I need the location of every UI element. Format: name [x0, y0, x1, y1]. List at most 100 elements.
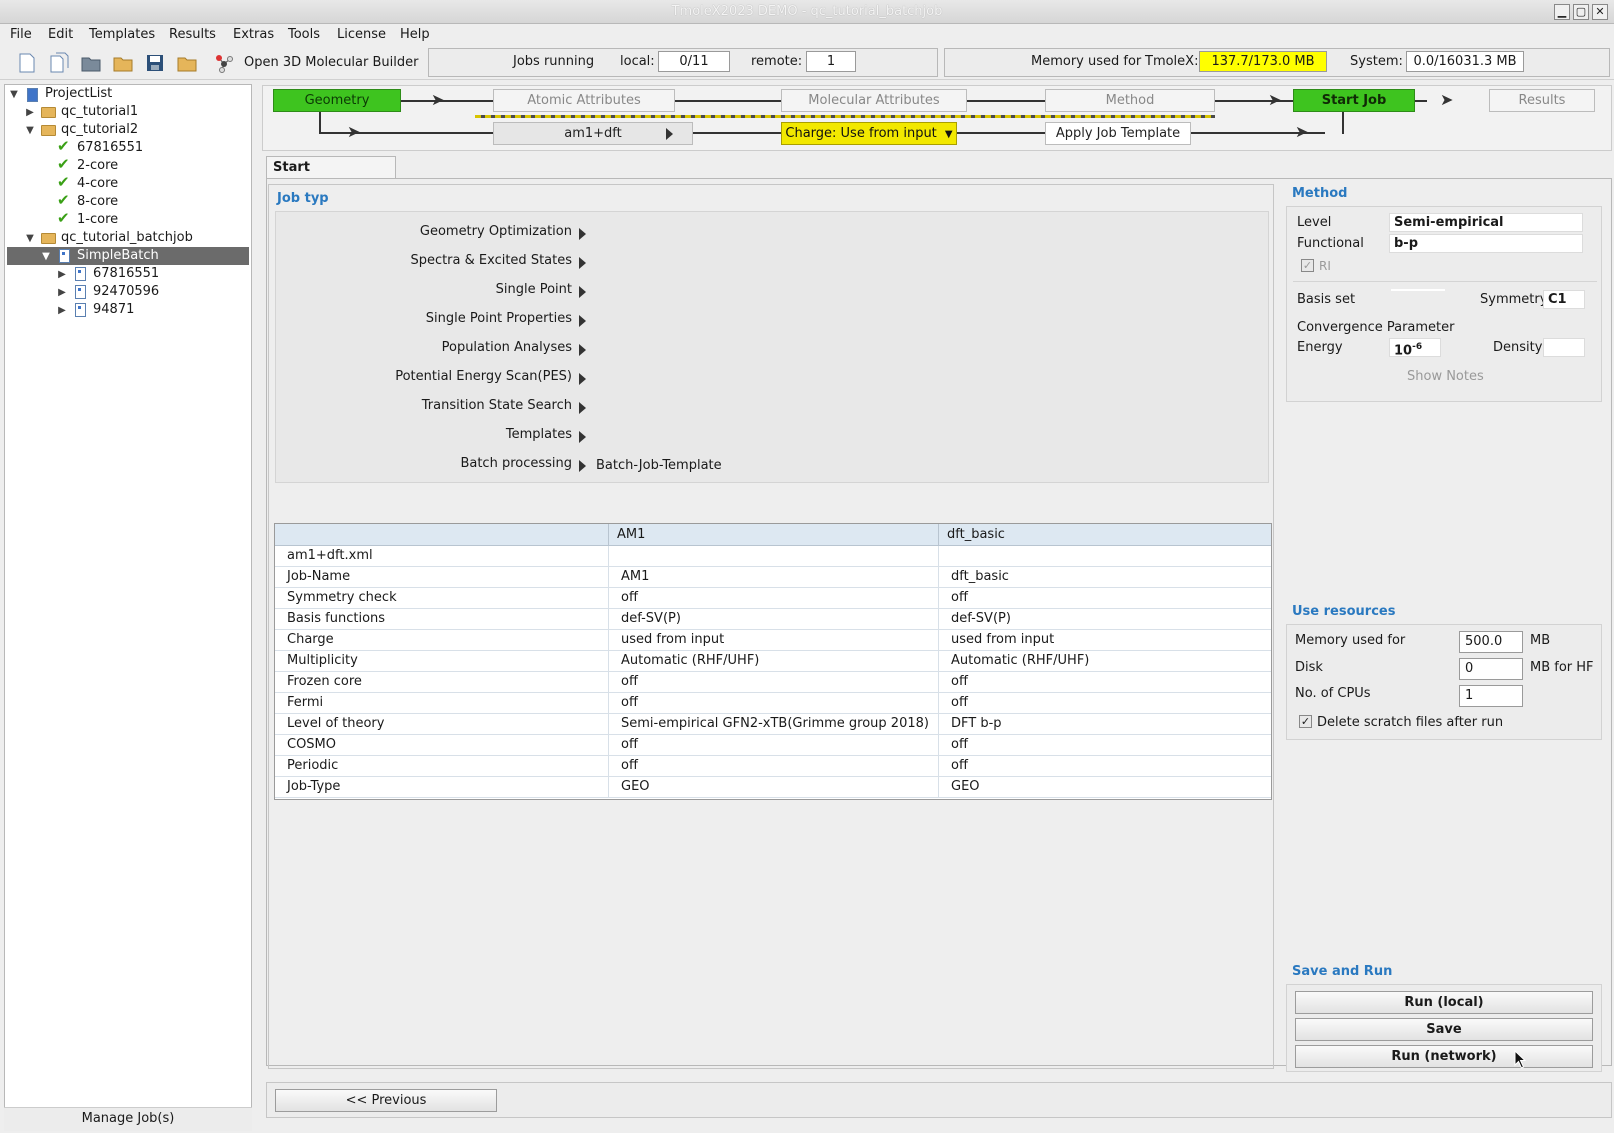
new-file-icon[interactable] — [16, 52, 38, 74]
job-type-transition-state[interactable]: Transition State Search — [276, 398, 572, 418]
molecular-builder-button[interactable]: Open 3D Molecular Builder — [244, 54, 418, 72]
close-button[interactable]: ✕ — [1592, 4, 1608, 20]
tree-item-job[interactable]: 67816551 — [77, 139, 143, 157]
table-row[interactable]: Periodic off off — [275, 756, 1271, 777]
remote-jobs-field: 1 — [806, 51, 856, 72]
expand-arrow-icon[interactable]: ▼ — [25, 233, 35, 244]
delete-scratch-checkbox[interactable]: ✓ — [1299, 715, 1312, 728]
tree-item-batch-job[interactable]: 92470596 — [93, 283, 159, 301]
menu-tools[interactable]: Tools — [288, 24, 320, 46]
menu-results[interactable]: Results — [169, 24, 216, 46]
delete-scratch-label: Delete scratch files after run — [1317, 715, 1504, 730]
job-type-spectra[interactable]: Spectra & Excited States — [276, 253, 572, 273]
tree-item-job[interactable]: 1-core — [77, 211, 118, 229]
ri-checkbox[interactable]: ✓ — [1301, 259, 1314, 272]
job-type-single-point[interactable]: Single Point — [276, 282, 572, 302]
table-cell: Frozen core — [275, 672, 609, 693]
previous-button[interactable]: << Previous — [275, 1089, 497, 1112]
minimize-button[interactable]: ▁ — [1554, 4, 1570, 20]
triangle-right-icon[interactable] — [579, 228, 586, 240]
run-local-button[interactable]: Run (local) — [1295, 991, 1593, 1014]
cpus-input[interactable]: 1 — [1459, 685, 1523, 707]
table-row[interactable]: Level of theory Semi-empirical GFN2-xTB(G… — [275, 714, 1271, 735]
apply-job-template-button[interactable]: Apply Job Template — [1045, 122, 1191, 145]
tree-item-qc-tutorial2[interactable]: qc_tutorial2 — [61, 121, 138, 139]
manage-jobs-button[interactable]: Manage Job(s) — [4, 1107, 252, 1131]
tree-item-job[interactable]: 4-core — [77, 175, 118, 193]
table-row[interactable]: Frozen core off off — [275, 672, 1271, 693]
collapse-arrow-icon[interactable]: ▶ — [57, 305, 67, 316]
disk-input[interactable]: 0 — [1459, 658, 1523, 680]
tree-item-job[interactable]: 2-core — [77, 157, 118, 175]
table-cell: Semi-empirical GFN2-xTB(Grimme group 201… — [609, 714, 939, 735]
save-button[interactable]: Save — [1295, 1018, 1593, 1041]
table-row[interactable]: Multiplicity Automatic (RHF/UHF) Automatic… — [275, 651, 1271, 672]
collapse-arrow-icon[interactable]: ▶ — [57, 269, 67, 280]
triangle-right-icon[interactable] — [579, 286, 586, 298]
tree-root[interactable]: ProjectList — [45, 85, 112, 103]
table-row[interactable]: Charge used from input used from input — [275, 630, 1271, 651]
table-row[interactable]: Job-Type GEO GEO — [275, 777, 1271, 798]
menu-file[interactable]: File — [10, 24, 32, 46]
folder-icon[interactable] — [176, 52, 198, 74]
tree-item-qc-tutorial1[interactable]: qc_tutorial1 — [61, 103, 138, 121]
step-molecular-attributes[interactable]: Molecular Attributes — [781, 89, 967, 112]
charge-dropdown[interactable]: Charge: Use from input ▼ — [781, 122, 957, 145]
tree-item-job[interactable]: 8-core — [77, 193, 118, 211]
collapse-arrow-icon[interactable]: ▶ — [25, 107, 35, 118]
open-multiple-icon[interactable] — [80, 52, 102, 74]
step-geometry[interactable]: Geometry — [273, 89, 401, 112]
job-type-population-analyses[interactable]: Population Analyses — [276, 340, 572, 360]
job-type-single-point-properties[interactable]: Single Point Properties — [276, 311, 572, 331]
tree-item-simplebatch[interactable]: SimpleBatch — [77, 247, 159, 265]
menu-help[interactable]: Help — [400, 24, 430, 46]
menu-license[interactable]: License — [337, 24, 386, 46]
job-type-geometry-optimization[interactable]: Geometry Optimization — [276, 224, 572, 244]
table-row[interactable]: Symmetry check off off — [275, 588, 1271, 609]
tree-item-qc-tutorial-batchjob[interactable]: qc_tutorial_batchjob — [61, 229, 193, 247]
menu-templates[interactable]: Templates — [89, 24, 155, 46]
menu-edit[interactable]: Edit — [48, 24, 73, 46]
tree-item-batch-job[interactable]: 67816551 — [93, 265, 159, 283]
job-type-templates[interactable]: Templates — [276, 427, 572, 447]
triangle-right-icon[interactable] — [579, 402, 586, 414]
triangle-right-icon[interactable] — [579, 373, 586, 385]
triangle-right-icon[interactable] — [579, 431, 586, 443]
maximize-button[interactable]: ▢ — [1573, 4, 1589, 20]
step-atomic-attributes[interactable]: Atomic Attributes — [493, 89, 675, 112]
expand-arrow-icon[interactable]: ▼ — [25, 125, 35, 136]
save-icon[interactable] — [144, 52, 166, 74]
table-row[interactable]: Fermi off off — [275, 693, 1271, 714]
run-network-button[interactable]: Run (network) — [1295, 1045, 1593, 1068]
step-start-job[interactable]: Start Job — [1293, 89, 1415, 112]
tab-start-calculation[interactable]: Start Calculation — [266, 156, 396, 197]
copy-file-icon[interactable] — [48, 52, 70, 74]
menu-extras[interactable]: Extras — [233, 24, 274, 46]
memory-input[interactable]: 500.0 — [1459, 631, 1523, 653]
triangle-right-icon[interactable] — [579, 460, 586, 472]
step-method[interactable]: Method — [1045, 89, 1215, 112]
molecule-builder-icon[interactable] — [213, 52, 235, 74]
table-cell: Automatic (RHF/UHF) — [951, 653, 1090, 668]
table-cell: off — [609, 693, 939, 714]
template-selector[interactable]: am1+dft — [493, 122, 693, 145]
table-cell: off — [609, 672, 939, 693]
triangle-right-icon[interactable] — [579, 344, 586, 356]
triangle-right-icon[interactable] — [579, 257, 586, 269]
tree-item-batch-job[interactable]: 94871 — [93, 301, 134, 319]
table-row[interactable]: am1+dft.xml — [275, 546, 1271, 567]
job-type-batch-processing[interactable]: Batch processing — [276, 456, 572, 476]
triangle-right-icon[interactable] — [579, 315, 586, 327]
job-type-pes[interactable]: Potential Energy Scan(PES) — [276, 369, 572, 389]
table-row[interactable]: Basis functions def-SV(P) def-SV(P) — [275, 609, 1271, 630]
expand-arrow-icon[interactable]: ▼ — [9, 89, 19, 100]
basis-set-field[interactable] — [1391, 289, 1445, 291]
open-folder-icon[interactable] — [112, 52, 134, 74]
table-row[interactable]: COSMO off off — [275, 735, 1271, 756]
collapse-arrow-icon[interactable]: ▶ — [57, 287, 67, 298]
expand-arrow-icon[interactable]: ▼ — [41, 251, 51, 262]
check-icon: ✔ — [57, 155, 70, 173]
table-row[interactable]: Job-Name AM1 dft_basic — [275, 567, 1271, 588]
show-notes-link[interactable]: Show Notes — [1407, 369, 1484, 384]
step-results[interactable]: Results — [1489, 89, 1595, 112]
